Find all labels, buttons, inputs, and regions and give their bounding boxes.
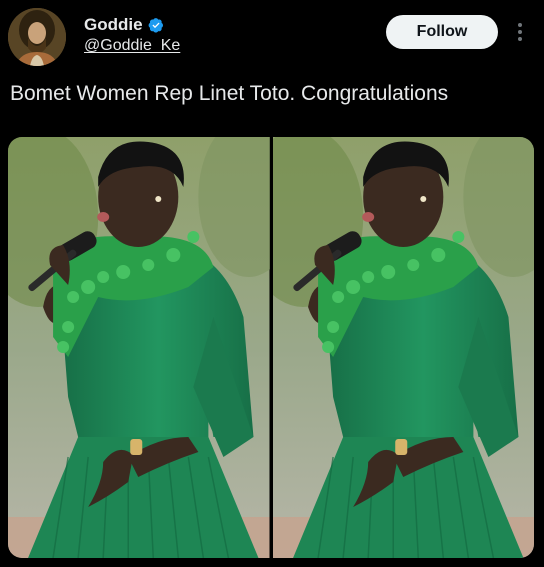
portrait-avatar-icon [8, 8, 66, 66]
follow-button[interactable]: Follow [386, 15, 498, 49]
photo-image [8, 137, 270, 558]
display-name[interactable]: Goddie [84, 15, 143, 35]
tweet-header: Goddie @Goddie_Ke Follow [0, 0, 544, 72]
more-dot [518, 23, 522, 27]
verified-badge-icon [148, 18, 163, 33]
avatar[interactable] [8, 8, 66, 66]
more-dot [518, 37, 522, 41]
photo-image [272, 137, 534, 558]
media-grid [8, 137, 534, 558]
display-name-row: Goddie [84, 14, 180, 36]
handle[interactable]: @Goddie_Ke [84, 37, 180, 55]
more-vertical-icon[interactable] [512, 20, 528, 44]
media-photo-2[interactable] [272, 137, 534, 558]
more-dot [518, 30, 522, 34]
tweet-text: Bomet Women Rep Linet Toto. Congratulati… [10, 82, 449, 105]
user-info: Goddie @Goddie_Ke [84, 14, 180, 55]
media-photo-1[interactable] [8, 137, 270, 558]
